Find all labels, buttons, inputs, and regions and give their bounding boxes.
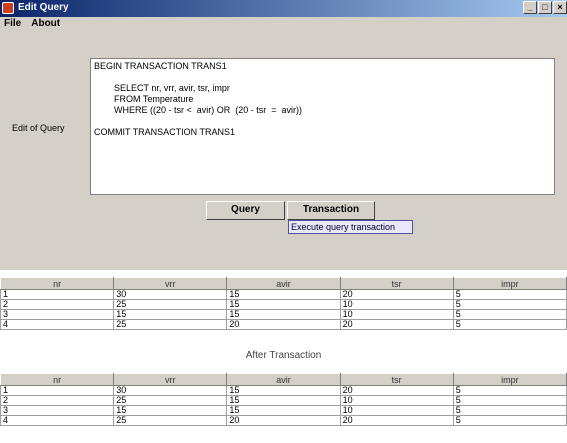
table-row[interactable]: 4 25 20 20 5 (0, 319, 567, 330)
query-line: ​ (94, 72, 551, 83)
table-cell: 20 (226, 319, 341, 330)
table-row[interactable]: 1 30 15 20 5 (0, 385, 567, 396)
table-cell: 5 (452, 415, 567, 426)
table-cell: 5 (452, 405, 567, 416)
edit-of-query-label: Edit of Query (12, 123, 65, 133)
query-line: COMMIT TRANSACTION TRANS1 (94, 127, 236, 137)
table-cell: 25 (113, 299, 228, 310)
table-cell: 15 (226, 289, 341, 300)
table-cell: 30 (113, 289, 228, 300)
table-cell: 25 (113, 415, 228, 426)
window-title: Edit Query (18, 2, 69, 13)
query-editor[interactable]: BEGIN TRANSACTION TRANS1 ​ SELECT nr, vr… (90, 58, 555, 195)
app-icon (2, 2, 14, 14)
table-cell: 20 (339, 289, 454, 300)
transaction-button[interactable]: Transaction (287, 201, 375, 220)
table-cell: 5 (452, 309, 567, 320)
table-header-row: nr vrr avir tsr impr (0, 373, 567, 386)
table-cell: 20 (226, 415, 341, 426)
table-row[interactable]: 3 15 15 10 5 (0, 405, 567, 416)
tooltip: Execute query transaction (288, 220, 413, 234)
table-row[interactable]: 1 30 15 20 5 (0, 289, 567, 300)
query-line: SELECT nr, vrr, avir, tsr, impr (114, 83, 230, 93)
menu-about[interactable]: About (27, 17, 66, 32)
column-header-nr[interactable]: nr (0, 373, 115, 386)
query-line: BEGIN TRANSACTION TRANS1 (94, 61, 227, 71)
table-header-row: nr vrr avir tsr impr (0, 277, 567, 290)
table-cell: 5 (452, 395, 567, 406)
table-cell: 10 (339, 309, 454, 320)
column-header-vrr[interactable]: vrr (113, 277, 228, 290)
table-cell: 5 (452, 319, 567, 330)
table-cell: 4 (0, 319, 115, 330)
table-cell: 1 (0, 289, 115, 300)
table-cell: 10 (339, 405, 454, 416)
close-button[interactable]: × (553, 1, 567, 14)
results-table-after: nr vrr avir tsr impr 1 30 15 20 5 2 25 1… (0, 373, 567, 426)
results-table-before: nr vrr avir tsr impr 1 30 15 20 5 2 25 1… (0, 277, 567, 330)
query-button[interactable]: Query (206, 201, 285, 220)
table-cell: 5 (452, 385, 567, 396)
table-cell: 3 (0, 405, 115, 416)
table-row[interactable]: 2 25 15 10 5 (0, 299, 567, 310)
menu-file[interactable]: File (0, 17, 27, 32)
column-header-vrr[interactable]: vrr (113, 373, 228, 386)
column-header-tsr[interactable]: tsr (339, 277, 454, 290)
table-cell: 2 (0, 395, 115, 406)
query-line: WHERE ((20 - tsr < avir) OR (20 - tsr = … (114, 105, 303, 115)
table-row[interactable]: 4 25 20 20 5 (0, 415, 567, 426)
column-header-avir[interactable]: avir (226, 277, 341, 290)
table-row[interactable]: 2 25 15 10 5 (0, 395, 567, 406)
menu-bar: File About (0, 17, 567, 32)
table-row[interactable]: 3 15 15 10 5 (0, 309, 567, 320)
table-cell: 15 (226, 385, 341, 396)
table-cell: 15 (113, 405, 228, 416)
maximize-button[interactable]: □ (538, 1, 552, 14)
title-bar[interactable]: Edit Query _ □ × (0, 0, 567, 17)
table-cell: 20 (339, 385, 454, 396)
table-cell: 15 (226, 405, 341, 416)
table-cell: 5 (452, 289, 567, 300)
table-cell: 10 (339, 395, 454, 406)
query-line: FROM Temperature (114, 94, 194, 104)
table-cell: 2 (0, 299, 115, 310)
table-cell: 15 (113, 309, 228, 320)
table-cell: 15 (226, 309, 341, 320)
table-cell: 25 (113, 395, 228, 406)
minimize-button[interactable]: _ (523, 1, 537, 14)
after-transaction-caption: After Transaction (245, 350, 322, 361)
column-header-nr[interactable]: nr (0, 277, 115, 290)
table-cell: 1 (0, 385, 115, 396)
table-cell: 5 (452, 299, 567, 310)
table-cell: 15 (226, 395, 341, 406)
table-cell: 30 (113, 385, 228, 396)
column-header-impr[interactable]: impr (452, 277, 567, 290)
table-cell: 3 (0, 309, 115, 320)
window-controls: _ □ × (523, 1, 567, 14)
table-cell: 10 (339, 299, 454, 310)
table-cell: 25 (113, 319, 228, 330)
table-cell: 20 (339, 415, 454, 426)
query-line: ​ (94, 116, 551, 127)
column-header-avir[interactable]: avir (226, 373, 341, 386)
table-cell: 4 (0, 415, 115, 426)
column-header-impr[interactable]: impr (452, 373, 567, 386)
table-cell: 20 (339, 319, 454, 330)
table-cell: 15 (226, 299, 341, 310)
column-header-tsr[interactable]: tsr (339, 373, 454, 386)
